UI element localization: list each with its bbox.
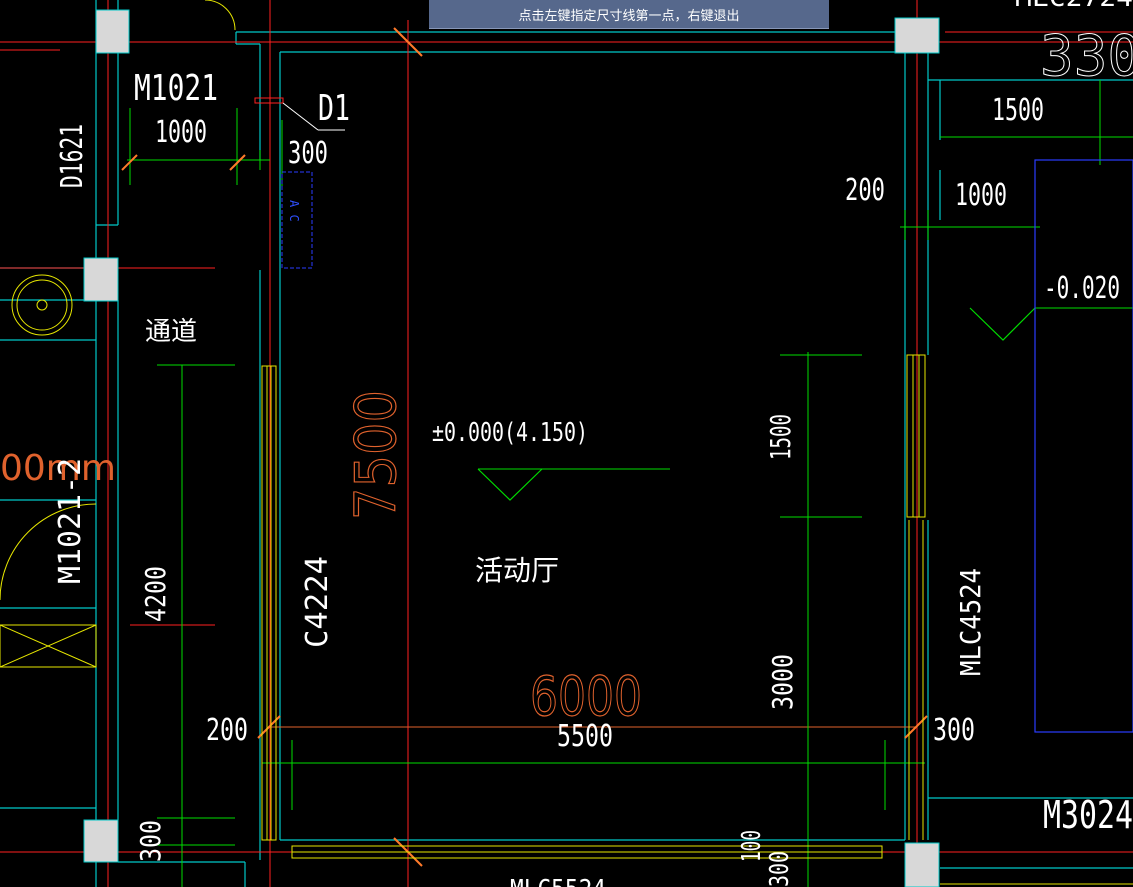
d1-label: D1 [318,88,350,129]
dim-300-bottom: 300 [765,851,795,887]
dim-300-top: 300 [288,136,328,171]
dim-1000-right: 1000 [955,178,1007,213]
dim-5500: 5500 [557,719,613,754]
room-name-label: 活动厅 [475,554,559,587]
elevation-symbols [477,307,1036,501]
d1-leader [282,102,319,131]
cad-drawing-canvas[interactable]: A C MLC2724 330 M1021 1000 D1 300 D1621 … [0,0,1133,887]
dim-200-right: 200 [845,173,885,208]
passage-label: 通道 [145,317,197,347]
drawing-text: MLC2724 330 M1021 1000 D1 300 D1621 通道 1… [0,0,1133,887]
bottom-window-code: MLC5524 [510,875,606,887]
dim-100-bottom: 100 [737,830,767,862]
window-label-mlc4524: MLC4524 [954,568,987,676]
room-dimension-7500: 7500 [344,390,409,520]
door-label-m1021-2: M1021-2 [53,458,88,584]
dim-1500-right-top: 1500 [992,93,1044,128]
ac-unit: A C [281,171,313,269]
ac-unit-label: A C [287,200,301,222]
dim-3000: 3000 [766,654,799,710]
dim-1500-vertical: 1500 [764,414,797,460]
columns [83,9,940,887]
dim-200-left: 200 [206,713,248,748]
dim-4200: 4200 [139,566,172,622]
d1-marker [254,97,284,104]
window-label-c4224: C4224 [300,556,335,648]
top-right-code: MLC2724 [1015,0,1133,13]
top-right-big-number: 330 [1040,24,1133,89]
dim-300-bottom-left: 300 [134,820,167,862]
d1621-label: D1621 [55,124,90,188]
right-room-outline [1034,159,1133,733]
door-label-m1021: M1021 [134,68,218,109]
dim-300-right: 300 [933,713,975,748]
elevation-minus-label: -0.020 [1044,271,1120,306]
elevation-main-label: ±0.000(4.150) [432,418,588,448]
door-label-m3024: M3024 [1043,793,1133,837]
dim-1000-top: 1000 [155,115,207,150]
